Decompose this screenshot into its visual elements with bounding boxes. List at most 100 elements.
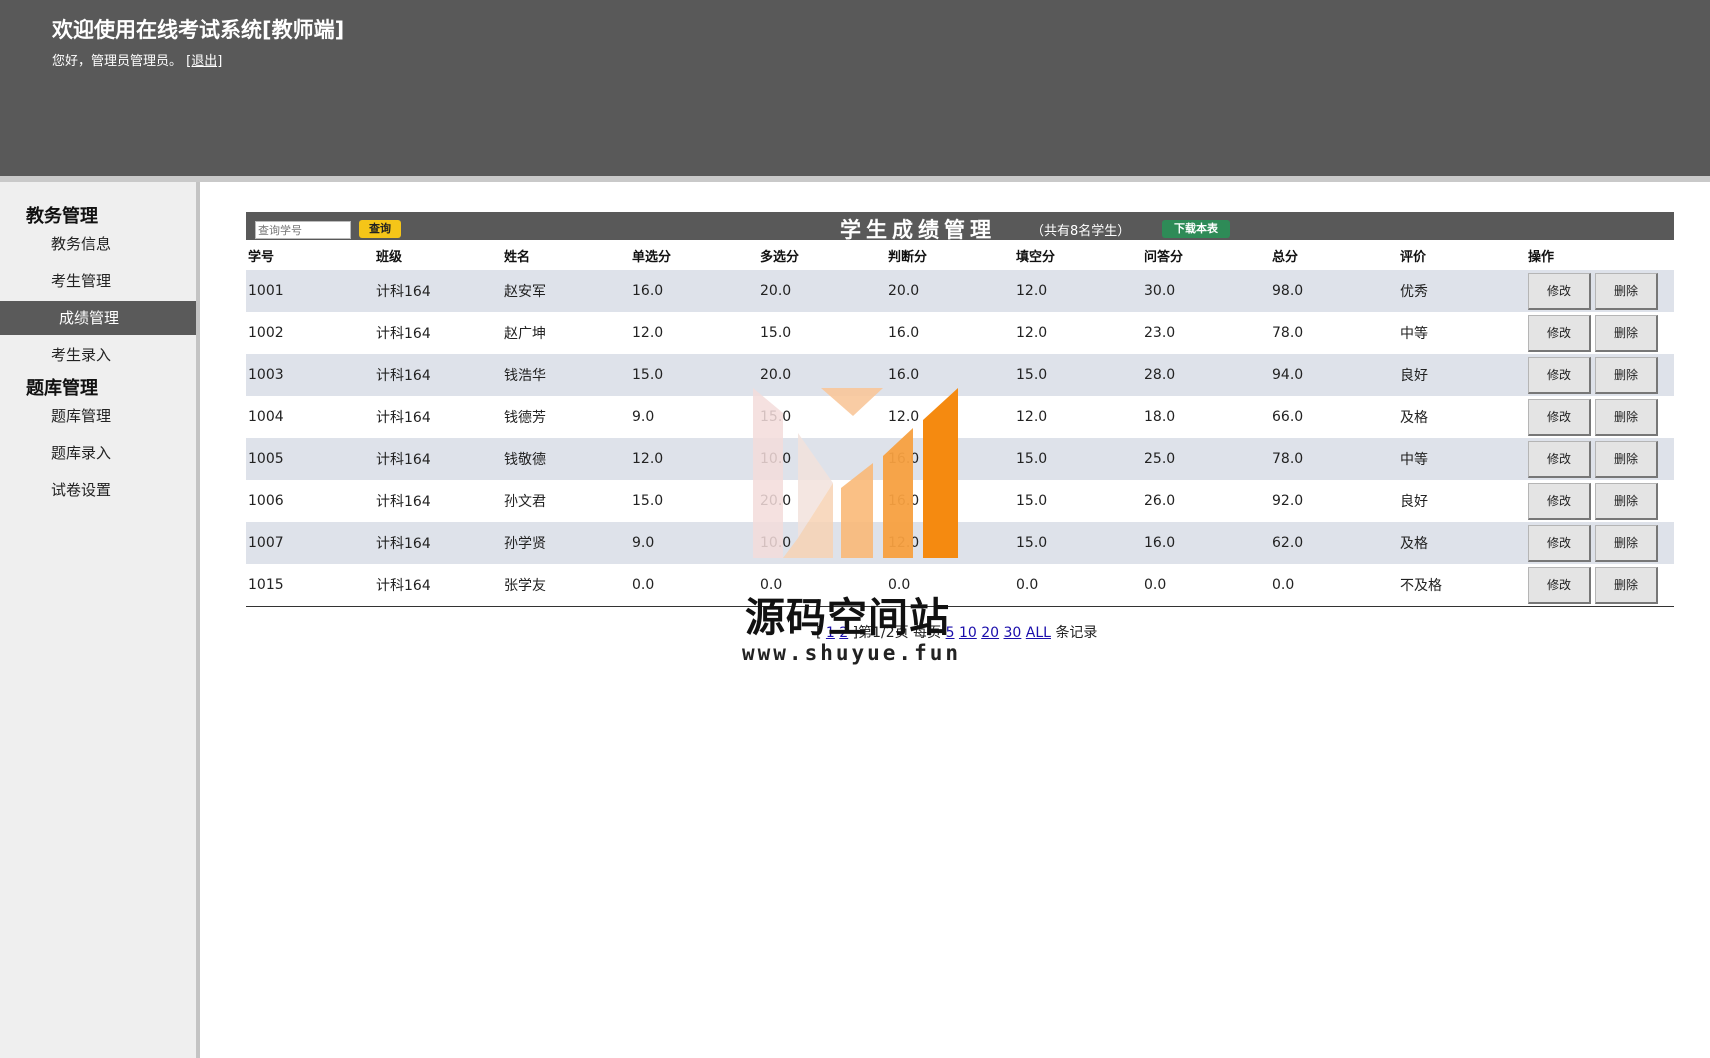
column-header: 多选分: [760, 249, 800, 265]
logout-link[interactable]: [退出]: [186, 54, 222, 69]
edit-button[interactable]: 修改: [1528, 482, 1591, 520]
table-cell: 62.0: [1270, 522, 1398, 564]
table-cell: 20.0: [886, 270, 1014, 312]
table-row: 1003 计科164 钱浩华 15.0 20.0 16.0 15.0 28.0 94.0 良好 修改…: [246, 354, 1674, 396]
table-cell: 15.0: [1014, 354, 1142, 396]
sidebar-item-student-entry[interactable]: 考生录入: [0, 338, 196, 372]
watermark-url: www.shuyue.fun: [742, 641, 962, 665]
table-cell: 78.0: [1272, 325, 1304, 341]
table-cell: 12.0: [1014, 270, 1142, 312]
delete-button[interactable]: 删除: [1595, 440, 1658, 478]
edit-button[interactable]: 修改: [1528, 398, 1591, 436]
column-header: 评价: [1400, 249, 1427, 265]
sidebar-item-label: 题库管理: [51, 407, 112, 425]
table-row: 1001 计科164 赵安军 16.0 20.0 20.0 12.0 30.0 98.0 优秀 修改…: [246, 270, 1674, 312]
edit-button[interactable]: 修改: [1528, 440, 1591, 478]
table-cell: 66.0: [1272, 409, 1304, 425]
table-row: 1004计科164钱德芳9.015.012.012.018.066.0及格修改删…: [246, 396, 1674, 438]
table-cell: 及格: [1400, 410, 1428, 426]
delete-button[interactable]: 删除: [1595, 272, 1658, 310]
table-cell: 78.0: [1270, 438, 1398, 480]
table-cell: 1002: [248, 325, 284, 341]
table-cell: 赵广坤: [504, 326, 546, 342]
delete-button[interactable]: 删除: [1595, 566, 1658, 604]
search-input[interactable]: [255, 221, 351, 239]
score-panel: 查询 学生成绩管理 （共有8名学生） 下载本表 学号 班级 姓名 单选分 多选分 判断分 填…: [246, 212, 1674, 607]
table-cell: 15.0: [1016, 493, 1048, 509]
page-size-30[interactable]: 30: [1004, 625, 1022, 641]
sidebar-item-score-management[interactable]: 成绩管理: [0, 301, 196, 335]
table-cell: 计科164: [376, 578, 431, 594]
watermark-logo-icon: [753, 388, 958, 558]
delete-button[interactable]: 删除: [1595, 356, 1658, 394]
table-cell: 良好: [1400, 494, 1428, 510]
page-size-20[interactable]: 20: [981, 625, 999, 641]
table-cell: 15.0: [1014, 522, 1142, 564]
score-table: 学号 班级 姓名 单选分 多选分 判断分 填空分 问答分 总分 评价 操作 1001 计科164 赵安军…: [246, 240, 1674, 607]
actions-cell: 修改 删除: [1526, 438, 1674, 480]
header-bar: 欢迎使用在线考试系统[教师端] 您好，管理员管理员。 [退出]: [0, 0, 1710, 176]
table-cell: 计科164: [376, 326, 431, 342]
table-cell: 孙学贤: [502, 522, 630, 564]
table-cell: 不及格: [1400, 578, 1442, 594]
table-cell: 9.0: [632, 409, 655, 425]
page-size-10[interactable]: 10: [959, 625, 977, 641]
table-cell: 钱德芳: [504, 410, 546, 426]
table-cell: 1005: [246, 438, 374, 480]
edit-button[interactable]: 修改: [1528, 272, 1591, 310]
edit-button[interactable]: 修改: [1528, 356, 1591, 394]
sidebar-item-question-entry[interactable]: 题库录入: [0, 436, 196, 470]
search-button[interactable]: 查询: [359, 220, 401, 238]
table-cell: 30.0: [1142, 270, 1270, 312]
actions-cell: 修改 删除: [1526, 270, 1674, 312]
table-cell: 12.0: [1016, 325, 1048, 341]
table-cell: 计科164: [374, 270, 502, 312]
table-cell: 孙文君: [504, 494, 546, 510]
table-cell: 94.0: [1270, 354, 1398, 396]
sidebar-item-label: 考生录入: [51, 346, 112, 364]
table-cell: 28.0: [1142, 354, 1270, 396]
edit-button[interactable]: 修改: [1528, 314, 1591, 352]
table-cell: 1004: [248, 409, 284, 425]
table-cell: 1006: [248, 493, 284, 509]
column-header: 单选分: [632, 249, 672, 265]
sidebar-item-label: 成绩管理: [59, 309, 120, 327]
actions-cell: 修改 删除: [1526, 312, 1674, 354]
table-row: 1005计科164钱敬德12.010.016.015.025.078.0中等修改…: [246, 438, 1674, 480]
table-cell: 1007: [246, 522, 374, 564]
sidebar-item-student-management[interactable]: 考生管理: [0, 264, 196, 298]
table-cell: 中等: [1398, 438, 1526, 480]
greeting-text: 您好，管理员管理员。: [52, 54, 183, 69]
table-cell: 中等: [1400, 326, 1428, 342]
table-cell: 0.0: [1144, 577, 1167, 593]
table-cell: 计科164: [374, 438, 502, 480]
column-header: 问答分: [1144, 249, 1184, 265]
sidebar-item-exam-settings[interactable]: 试卷设置: [0, 473, 196, 507]
table-cell: 16.0: [1142, 522, 1270, 564]
delete-button[interactable]: 删除: [1595, 398, 1658, 436]
table-cell: 0.0: [1272, 577, 1295, 593]
page-size-all[interactable]: ALL: [1026, 625, 1051, 641]
edit-button[interactable]: 修改: [1528, 524, 1591, 562]
sidebar-item-academic-info[interactable]: 教务信息: [0, 227, 196, 261]
column-header: 学号: [248, 249, 275, 265]
actions-cell: 修改 删除: [1526, 564, 1674, 607]
table-cell: 良好: [1398, 354, 1526, 396]
sidebar-group-question-bank: 题库管理: [26, 378, 98, 399]
table-cell: 张学友: [504, 578, 546, 594]
download-table-button[interactable]: 下载本表: [1162, 220, 1230, 238]
edit-button[interactable]: 修改: [1528, 566, 1591, 604]
table-cell: 98.0: [1270, 270, 1398, 312]
app-title: 欢迎使用在线考试系统[教师端]: [52, 18, 345, 42]
table-cell: 20.0: [758, 270, 886, 312]
delete-button[interactable]: 删除: [1595, 524, 1658, 562]
column-header: 总分: [1272, 249, 1299, 265]
table-cell: 18.0: [1144, 409, 1176, 425]
sidebar-item-question-bank-management[interactable]: 题库管理: [0, 399, 196, 433]
table-cell: 赵安军: [502, 270, 630, 312]
delete-button[interactable]: 删除: [1595, 314, 1658, 352]
actions-cell: 修改 删除: [1526, 522, 1674, 564]
table-cell: 15.0: [760, 325, 792, 341]
delete-button[interactable]: 删除: [1595, 482, 1658, 520]
sidebar-item-label: 考生管理: [51, 272, 112, 290]
